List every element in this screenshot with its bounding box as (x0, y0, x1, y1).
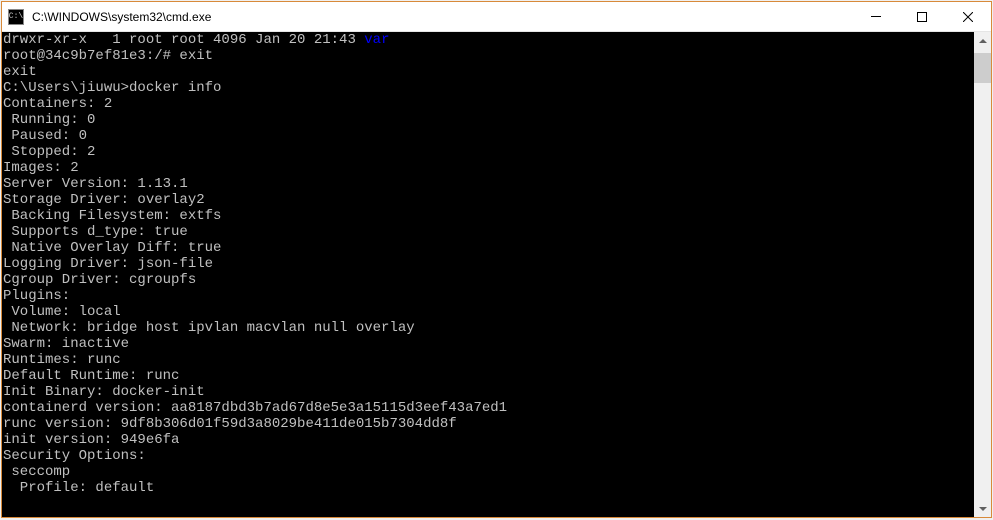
minimize-icon (871, 16, 881, 17)
terminal-line: runc version: 9df8b306d01f59d3a8029be411… (3, 416, 973, 432)
terminal-line: Supports d_type: true (3, 224, 973, 240)
terminal-line: Backing Filesystem: extfs (3, 208, 973, 224)
window-title: C:\WINDOWS\system32\cmd.exe (30, 10, 853, 24)
terminal-line: Init Binary: docker-init (3, 384, 973, 400)
terminal-line: C:\Users\jiuwu>docker info (3, 80, 973, 96)
terminal-line: exit (3, 64, 973, 80)
app-icon: C:\ (8, 9, 24, 25)
vertical-scrollbar[interactable] (974, 32, 991, 517)
terminal-line: init version: 949e6fa (3, 432, 973, 448)
terminal-line: Security Options: (3, 448, 973, 464)
window-controls (853, 2, 991, 31)
terminal-line: Runtimes: runc (3, 352, 973, 368)
app-icon-label: C:\ (9, 13, 23, 21)
console-output[interactable]: drwxr-xr-x 1 root root 4096 Jan 20 21:43… (2, 32, 974, 517)
terminal-line: containerd version: aa8187dbd3b7ad67d8e5… (3, 400, 973, 416)
terminal-line: Logging Driver: json-file (3, 256, 973, 272)
terminal-line: Paused: 0 (3, 128, 973, 144)
terminal-line: Volume: local (3, 304, 973, 320)
maximize-button[interactable] (899, 2, 945, 31)
terminal-line: Cgroup Driver: cgroupfs (3, 272, 973, 288)
scroll-thumb[interactable] (974, 53, 991, 83)
terminal-line: Swarm: inactive (3, 336, 973, 352)
terminal-line: Images: 2 (3, 160, 973, 176)
scroll-track[interactable] (974, 49, 991, 500)
chevron-down-icon (979, 507, 987, 511)
console-area: drwxr-xr-x 1 root root 4096 Jan 20 21:43… (2, 32, 991, 517)
close-button[interactable] (945, 2, 991, 31)
scroll-down-button[interactable] (974, 500, 991, 517)
terminal-line: Server Version: 1.13.1 (3, 176, 973, 192)
terminal-line: root@34c9b7ef81e3:/# exit (3, 48, 973, 64)
terminal-line: Running: 0 (3, 112, 973, 128)
terminal-line: Default Runtime: runc (3, 368, 973, 384)
cmd-window: C:\ C:\WINDOWS\system32\cmd.exe drwxr-xr… (1, 1, 992, 518)
titlebar[interactable]: C:\ C:\WINDOWS\system32\cmd.exe (2, 2, 991, 32)
terminal-dir-link: var (364, 32, 389, 48)
terminal-line: drwxr-xr-x 1 root root 4096 Jan 20 21:43… (3, 32, 973, 48)
terminal-line: Native Overlay Diff: true (3, 240, 973, 256)
chevron-up-icon (979, 39, 987, 43)
terminal-line: Storage Driver: overlay2 (3, 192, 973, 208)
close-icon (963, 12, 973, 22)
scroll-up-button[interactable] (974, 32, 991, 49)
terminal-line: Network: bridge host ipvlan macvlan null… (3, 320, 973, 336)
terminal-line: Plugins: (3, 288, 973, 304)
terminal-line: seccomp (3, 464, 973, 480)
minimize-button[interactable] (853, 2, 899, 31)
terminal-line: Profile: default (3, 480, 973, 496)
maximize-icon (917, 12, 927, 22)
terminal-line: Containers: 2 (3, 96, 973, 112)
terminal-line: Stopped: 2 (3, 144, 973, 160)
